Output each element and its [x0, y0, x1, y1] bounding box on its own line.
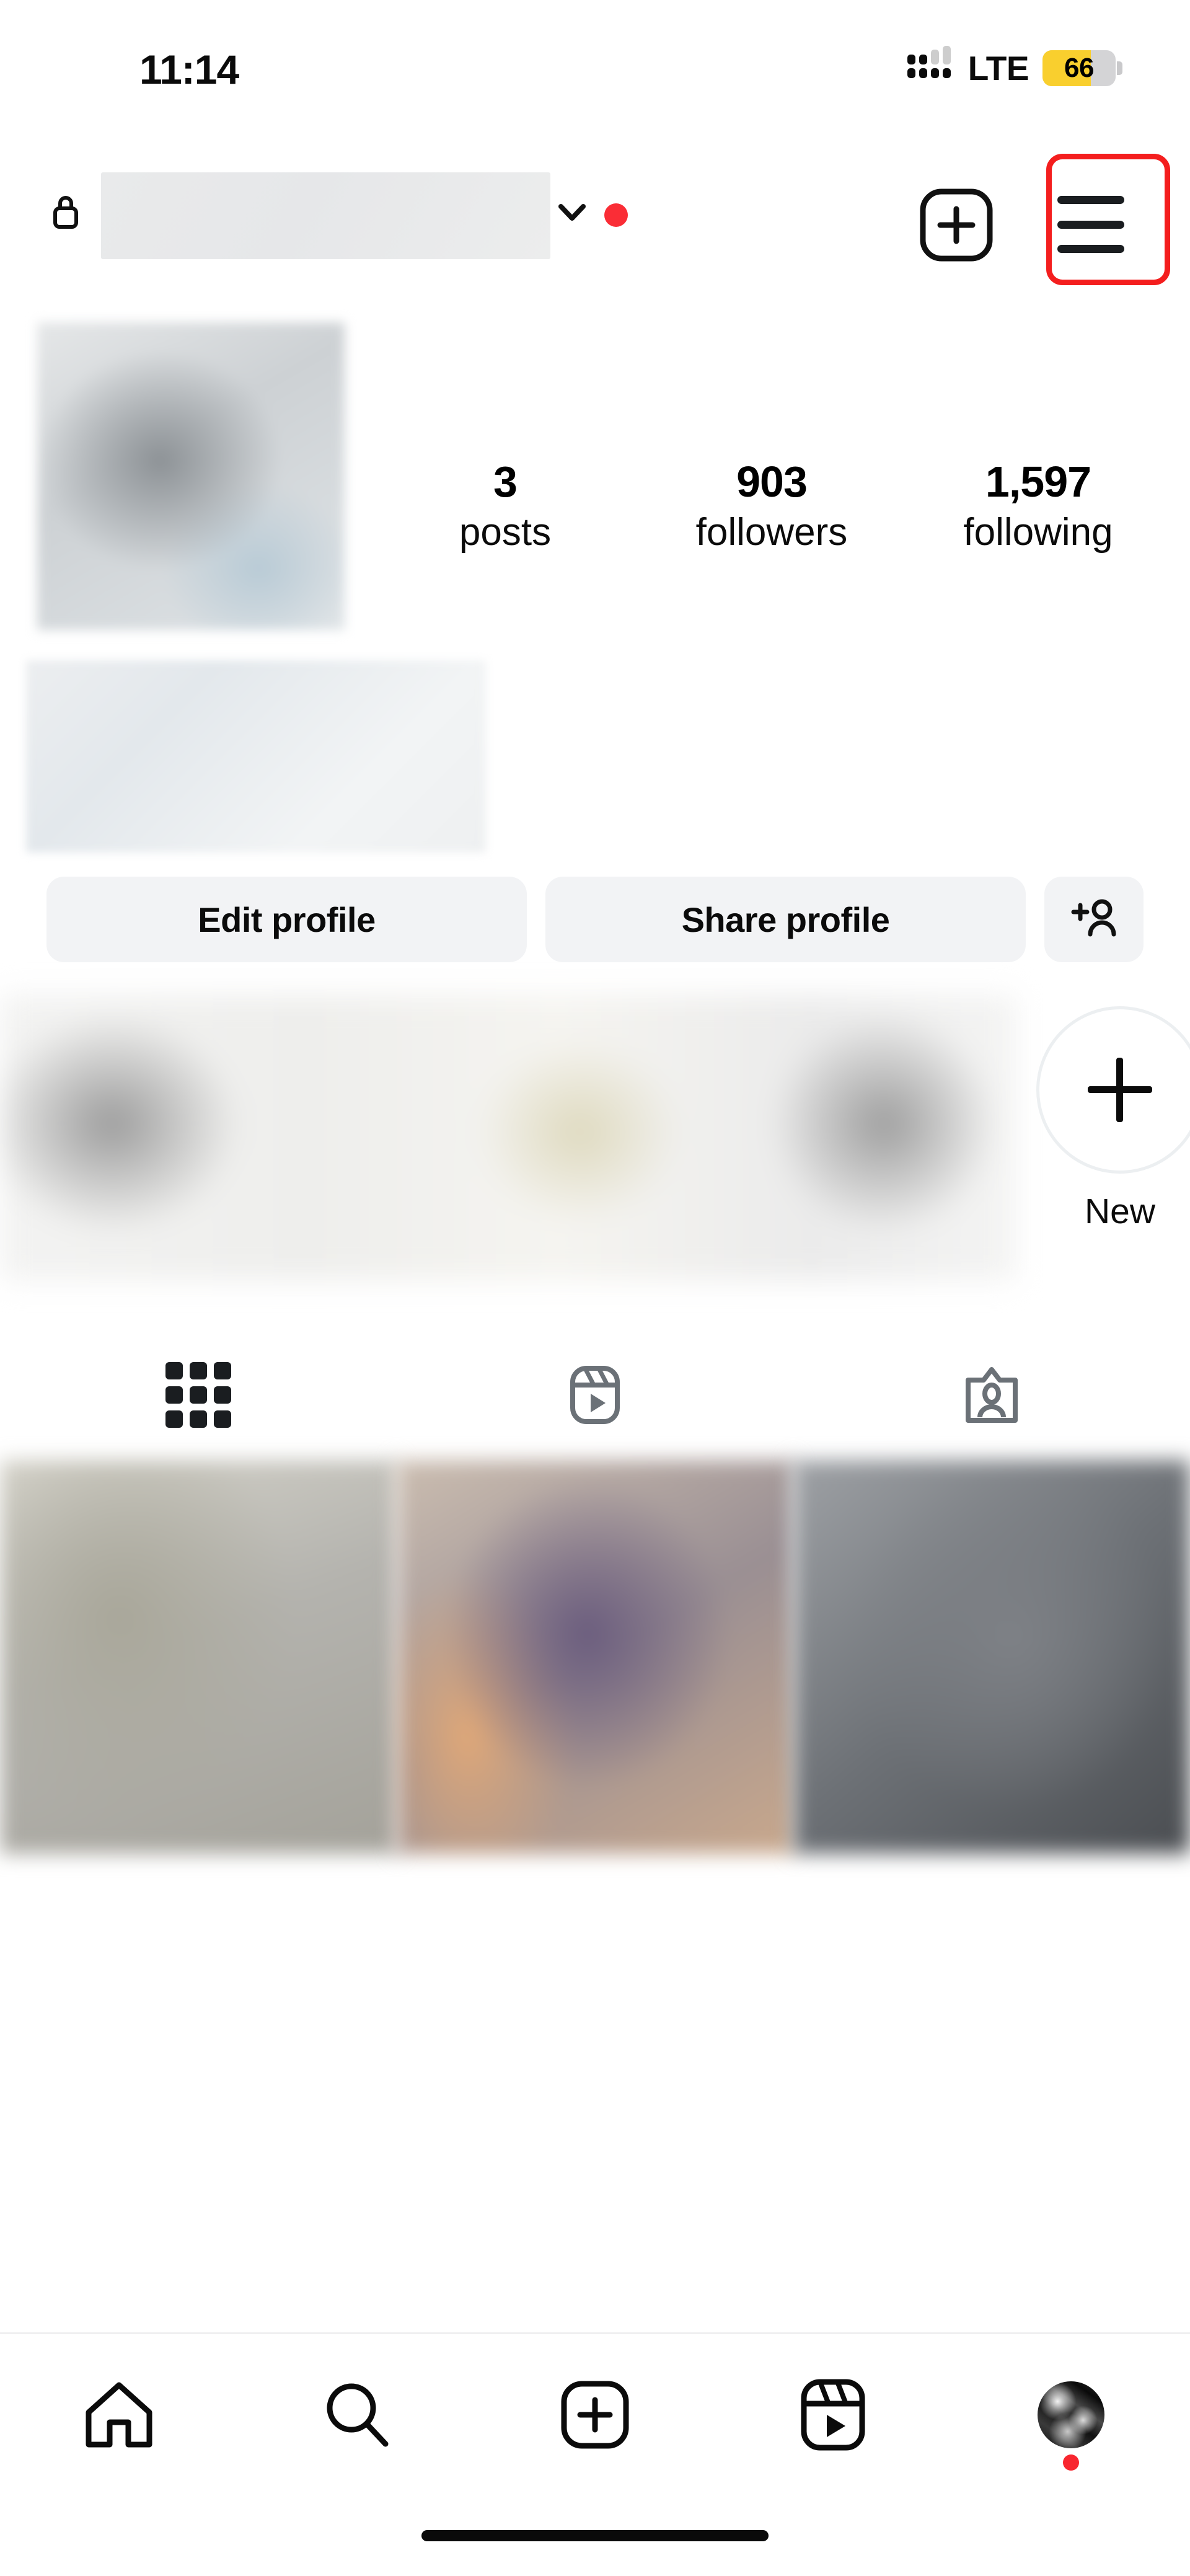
share-profile-button[interactable]: Share profile	[545, 877, 1026, 962]
hamburger-line	[1057, 245, 1124, 253]
stat-label: following	[963, 511, 1113, 554]
profile-stats: 3 posts 903 followers 1,597 following	[372, 459, 1171, 557]
profile-notification-badge	[1063, 2454, 1079, 2471]
battery-percent-label: 66	[1064, 53, 1094, 83]
stat-posts[interactable]: 3 posts	[412, 459, 598, 557]
stat-value: 3	[493, 458, 518, 506]
reels-icon	[570, 1366, 620, 1424]
add-post-button[interactable]	[919, 187, 994, 263]
plus-square-icon	[561, 2381, 629, 2449]
profile-bio	[26, 660, 486, 852]
stat-value: 1,597	[985, 458, 1091, 506]
cellular-bars-icon	[907, 46, 954, 87]
nav-home[interactable]	[0, 2334, 238, 2495]
new-highlight-button[interactable]	[1036, 1006, 1190, 1174]
story-highlights-row: New	[0, 995, 1190, 1299]
stat-following[interactable]: 1,597 following	[945, 459, 1131, 557]
search-icon	[327, 2383, 389, 2447]
nav-create[interactable]	[476, 2334, 714, 2495]
grid-icon	[165, 1362, 231, 1428]
status-bar: 11:14 LTE 66	[0, 0, 1190, 115]
reels-icon	[801, 2379, 865, 2451]
add-person-button[interactable]	[1044, 877, 1144, 962]
hamburger-line	[1057, 196, 1124, 204]
home-indicator	[421, 2530, 769, 2541]
battery-indicator: 66	[1042, 50, 1122, 86]
nav-reels[interactable]	[714, 2334, 952, 2495]
nav-search[interactable]	[238, 2334, 476, 2495]
post-thumbnail[interactable]	[397, 1460, 793, 1854]
username-label[interactable]	[101, 172, 550, 259]
tagged-person-icon	[966, 1367, 1018, 1423]
network-type-label: LTE	[967, 49, 1029, 87]
story-highlights-redacted[interactable]	[0, 995, 1016, 1280]
tab-tagged[interactable]	[793, 1333, 1190, 1457]
stat-value: 903	[736, 458, 808, 506]
profile-nav-header	[0, 155, 1190, 285]
avatar	[1038, 2381, 1104, 2471]
lock-icon	[53, 196, 78, 229]
profile-avatar[interactable]	[37, 322, 345, 630]
new-highlight-label: New	[1084, 1192, 1156, 1231]
chevron-down-icon[interactable]	[558, 203, 586, 222]
nav-profile[interactable]	[952, 2334, 1190, 2495]
instagram-profile-screen: 11:14 LTE 66 3 posts 903 followers 1,597…	[0, 0, 1190, 2576]
status-bar-time: 11:14	[139, 46, 239, 92]
content-tabs	[0, 1333, 1190, 1457]
add-person-icon	[1071, 899, 1116, 937]
stat-label: followers	[695, 511, 848, 554]
profile-action-buttons: Edit profile Share profile	[0, 873, 1190, 966]
edit-profile-button[interactable]: Edit profile	[46, 877, 527, 962]
home-icon	[86, 2382, 152, 2448]
status-bar-indicators: LTE 66	[907, 46, 1122, 88]
stat-followers[interactable]: 903 followers	[679, 459, 865, 557]
tab-grid[interactable]	[0, 1333, 397, 1457]
battery-cap	[1117, 61, 1122, 75]
account-notification-dot	[604, 203, 628, 227]
post-thumbnail[interactable]	[793, 1460, 1190, 1854]
post-grid	[0, 1460, 1190, 1854]
hamburger-line	[1057, 220, 1124, 229]
post-thumbnail[interactable]	[0, 1460, 397, 1854]
plus-icon	[1088, 1058, 1152, 1122]
tab-reels[interactable]	[397, 1333, 793, 1457]
stat-label: posts	[459, 511, 552, 554]
hamburger-menu-button[interactable]	[1057, 193, 1124, 255]
bottom-navigation-bar	[0, 2334, 1190, 2495]
